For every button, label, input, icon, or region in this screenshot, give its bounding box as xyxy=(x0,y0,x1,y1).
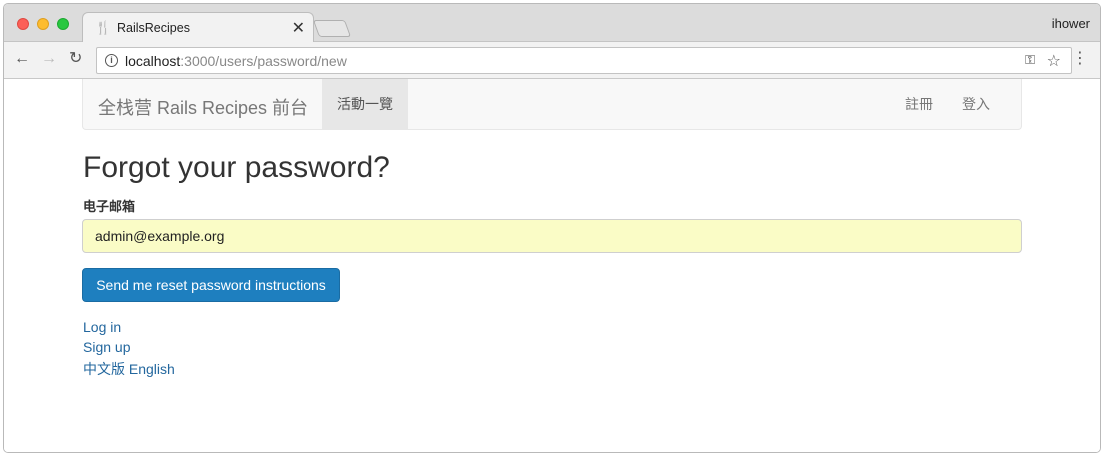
reset-password-button[interactable]: Send me reset password instructions xyxy=(82,268,340,302)
browser-toolbar: ← → ↻ i localhost:3000/users/password/ne… xyxy=(4,42,1100,79)
browser-window: 🍴 RailsRecipes ✕ ihower ← → ↻ i localhos… xyxy=(3,3,1101,453)
address-bar[interactable]: i localhost:3000/users/password/new ⚿ ☆ xyxy=(96,47,1072,74)
page-title: Forgot your password? xyxy=(83,151,390,184)
bookmark-star-icon[interactable]: ☆ xyxy=(1047,51,1061,71)
reload-icon[interactable]: ↻ xyxy=(69,50,82,68)
new-tab-button[interactable] xyxy=(312,20,352,37)
email-field[interactable] xyxy=(82,219,1022,253)
site-brand[interactable]: 全栈营 Rails Recipes 前台 xyxy=(98,94,308,120)
browser-menu-icon[interactable]: ⋮ xyxy=(1072,50,1088,68)
fork-knife-icon: 🍴 xyxy=(95,20,112,35)
url-path: :3000/users/password/new xyxy=(180,53,347,69)
close-window-button[interactable] xyxy=(17,18,29,30)
nav-item-signup[interactable]: 註冊 xyxy=(905,79,933,129)
email-label: 电子邮箱 xyxy=(83,199,136,214)
language-link[interactable]: 中文版 English xyxy=(83,359,175,379)
url-text[interactable]: localhost:3000/users/password/new xyxy=(125,53,347,69)
tab-title: RailsRecipes xyxy=(117,21,190,35)
back-arrow-icon[interactable]: ← xyxy=(14,50,30,68)
url-host: localhost xyxy=(125,53,181,69)
tab-railsrecipes[interactable]: 🍴 RailsRecipes ✕ xyxy=(82,12,314,43)
forward-arrow-icon[interactable]: → xyxy=(41,50,57,68)
tab-strip: 🍴 RailsRecipes ✕ ihower xyxy=(4,4,1100,43)
minimize-window-button[interactable] xyxy=(37,18,49,30)
nav-item-login[interactable]: 登入 xyxy=(962,79,990,129)
zoom-window-button[interactable] xyxy=(57,18,69,30)
page-content: 全栈营 Rails Recipes 前台 活動一覽 註冊 登入 Forgot y… xyxy=(4,79,1100,452)
key-icon[interactable]: ⚿ xyxy=(1025,52,1035,68)
site-navbar: 全栈营 Rails Recipes 前台 活動一覽 註冊 登入 xyxy=(82,79,1022,130)
profile-name[interactable]: ihower xyxy=(1052,16,1090,31)
login-link[interactable]: Log in xyxy=(83,319,121,335)
nav-item-events[interactable]: 活動一覽 xyxy=(322,79,408,129)
signup-link[interactable]: Sign up xyxy=(83,339,130,355)
info-icon[interactable]: i xyxy=(105,54,118,67)
close-tab-icon[interactable]: ✕ xyxy=(292,18,305,38)
